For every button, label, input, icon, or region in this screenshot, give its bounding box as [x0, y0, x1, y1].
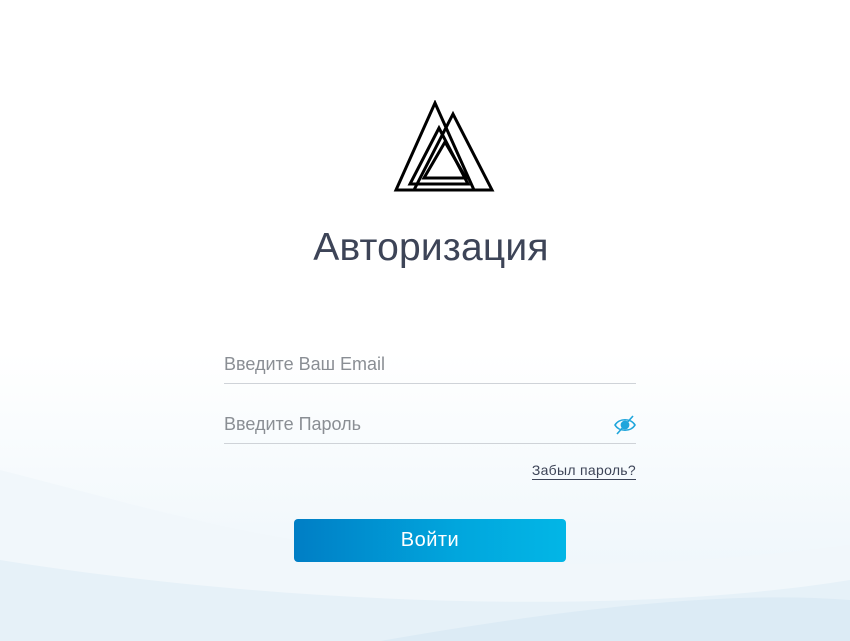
page-title: Авторизация — [313, 226, 549, 269]
forgot-password-link[interactable]: Забыл пароль? — [531, 462, 636, 480]
eye-slash-icon[interactable] — [613, 414, 637, 436]
password-input[interactable] — [224, 405, 604, 443]
triangles-logo-icon — [393, 100, 495, 192]
login-button[interactable]: Войти — [294, 519, 566, 562]
email-field-container — [224, 345, 636, 384]
password-field-container — [224, 405, 636, 444]
email-input[interactable] — [224, 345, 604, 383]
